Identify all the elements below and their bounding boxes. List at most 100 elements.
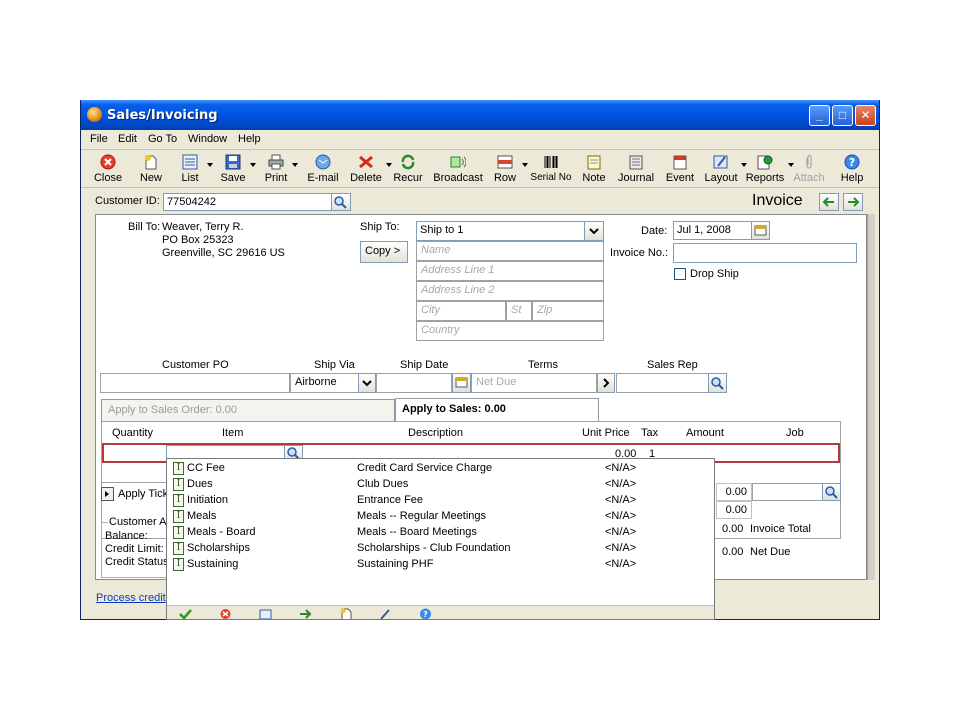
journal-icon — [629, 155, 643, 170]
serial-no-button[interactable]: Serial No — [530, 152, 572, 186]
list-item[interactable]: I Sustaining Sustaining PHF <N/A> — [167, 557, 714, 573]
event-icon — [673, 155, 687, 170]
list-item[interactable]: I CC Fee Credit Card Service Charge <N/A… — [167, 461, 714, 477]
delete-icon — [359, 155, 373, 169]
cancel-icon[interactable] — [219, 608, 232, 620]
ship-via-select[interactable]: Airborne — [290, 373, 360, 393]
list-item[interactable]: I Scholarships Scholarships - Club Found… — [167, 541, 714, 557]
next-icon[interactable] — [299, 608, 312, 620]
attach-icon — [806, 155, 812, 169]
list-item[interactable]: I Initiation Entrance Fee <N/A> — [167, 493, 714, 509]
bill-to-line1: Weaver, Terry R. — [162, 221, 244, 233]
note-button[interactable]: Note — [581, 152, 607, 186]
date-picker-button[interactable] — [751, 221, 770, 240]
copy-address-button[interactable]: Copy > — [360, 241, 408, 263]
ship-state-field[interactable]: St — [506, 301, 532, 321]
maximize-button[interactable]: □ — [832, 105, 853, 126]
col-job: Job — [786, 427, 804, 439]
event-button[interactable]: Event — [664, 152, 696, 186]
tab-apply-sales[interactable]: Apply to Sales: 0.00 — [395, 398, 599, 421]
email-button[interactable]: E-mail — [307, 152, 339, 186]
menu-goto[interactable]: Go To — [148, 133, 177, 145]
layout-button[interactable]: Layout — [704, 152, 747, 186]
ship-to-select[interactable]: Ship to 1 — [416, 221, 602, 241]
ship-city-field[interactable]: City — [416, 301, 506, 321]
customer-id-label: Customer ID: — [95, 195, 160, 207]
freight-job-field[interactable] — [752, 483, 832, 501]
bill-to-line3: Greenville, SC 29616 US — [162, 247, 285, 259]
ship-via-dropdown-button[interactable] — [358, 373, 376, 393]
tab-apply-sales-order[interactable]: Apply to Sales Order: 0.00 — [101, 399, 395, 421]
find-icon[interactable] — [259, 608, 272, 620]
reports-icon — [757, 155, 773, 170]
credit-limit-label: Credit Limit: — [105, 543, 164, 555]
vertical-scrollbar[interactable] — [867, 214, 875, 580]
sales-rep-field[interactable] — [616, 373, 710, 393]
ship-to-dropdown-button[interactable] — [584, 221, 604, 241]
customer-id-field[interactable]: 77504242 — [163, 193, 333, 211]
col-amount: Amount — [686, 427, 724, 439]
help-button[interactable]: ? Help — [839, 152, 865, 186]
save-icon — [225, 154, 241, 170]
menu-edit[interactable]: Edit — [118, 133, 137, 145]
item-dropdown-list: I CC Fee Credit Card Service Charge <N/A… — [166, 458, 715, 620]
attach-button[interactable]: Attach — [791, 152, 827, 186]
ship-name-field[interactable]: Name — [416, 241, 604, 261]
broadcast-button[interactable]: Broadcast — [433, 152, 483, 186]
previous-document-button[interactable] — [819, 193, 839, 211]
col-unit-price: Unit Price — [582, 427, 630, 439]
delete-button[interactable]: Delete — [349, 152, 392, 186]
list-item[interactable]: I Dues Club Dues <N/A> — [167, 477, 714, 493]
sales-rep-lookup-button[interactable] — [708, 373, 727, 393]
list-item[interactable]: I Meals Meals -- Regular Meetings <N/A> — [167, 509, 714, 525]
ship-address1-field[interactable]: Address Line 1 — [416, 261, 604, 281]
date-field[interactable]: Jul 1, 2008 — [673, 221, 753, 240]
recur-button[interactable]: Recur — [393, 152, 423, 186]
date-label: Date: — [641, 225, 668, 237]
next-document-button[interactable] — [843, 193, 863, 211]
print-button[interactable]: Print — [263, 152, 298, 186]
ship-date-picker-button[interactable] — [452, 373, 471, 393]
freight-value[interactable]: 0.00 — [716, 483, 752, 501]
customer-lookup-button[interactable] — [331, 193, 351, 211]
terms-button[interactable] — [597, 373, 615, 393]
reports-button[interactable]: Reports — [745, 152, 794, 186]
row-button[interactable]: Row — [491, 152, 528, 186]
close-window-button[interactable]: ✕ — [855, 105, 876, 126]
menu-file[interactable]: File — [90, 133, 108, 145]
help-icon[interactable]: ? — [419, 608, 432, 620]
menu-window[interactable]: Window — [188, 133, 227, 145]
minimize-button[interactable]: _ — [809, 105, 830, 126]
new-icon[interactable] — [339, 608, 352, 620]
dropdown-toolbar: ? — [167, 605, 714, 620]
search-icon — [825, 486, 838, 499]
close-icon — [100, 154, 116, 170]
apply-tickets-button[interactable] — [101, 487, 114, 501]
ship-country-field[interactable]: Country — [416, 321, 604, 341]
ship-zip-field[interactable]: Zip — [532, 301, 604, 321]
list-item[interactable]: I Meals - Board Meals -- Board Meetings … — [167, 525, 714, 541]
terms-field[interactable]: Net Due — [471, 373, 597, 393]
balance-label: Balance: — [105, 530, 148, 542]
menu-help[interactable]: Help — [238, 133, 261, 145]
other-value[interactable]: 0.00 — [716, 501, 752, 519]
col-tax: Tax — [641, 427, 659, 439]
job-lookup-button[interactable] — [822, 483, 841, 501]
list-button[interactable]: List — [176, 152, 213, 186]
close-button[interactable]: Close — [93, 152, 123, 186]
ship-date-field[interactable] — [376, 373, 452, 393]
help-icon: ? — [844, 154, 860, 170]
broadcast-icon — [450, 156, 466, 168]
journal-button[interactable]: Journal — [617, 152, 655, 186]
edit-icon[interactable] — [379, 608, 392, 620]
process-credit-link[interactable]: Process credit — [96, 592, 166, 604]
drop-ship-checkbox[interactable] — [674, 268, 686, 280]
chevron-down-icon — [589, 228, 599, 235]
bill-to-line2: PO Box 25323 — [162, 234, 234, 246]
customer-po-field[interactable] — [100, 373, 290, 393]
ship-address2-field[interactable]: Address Line 2 — [416, 281, 604, 301]
save-button[interactable]: Save — [219, 152, 256, 186]
new-button[interactable]: New — [137, 152, 165, 186]
check-icon[interactable] — [179, 608, 192, 620]
invoice-no-field[interactable] — [673, 243, 857, 263]
